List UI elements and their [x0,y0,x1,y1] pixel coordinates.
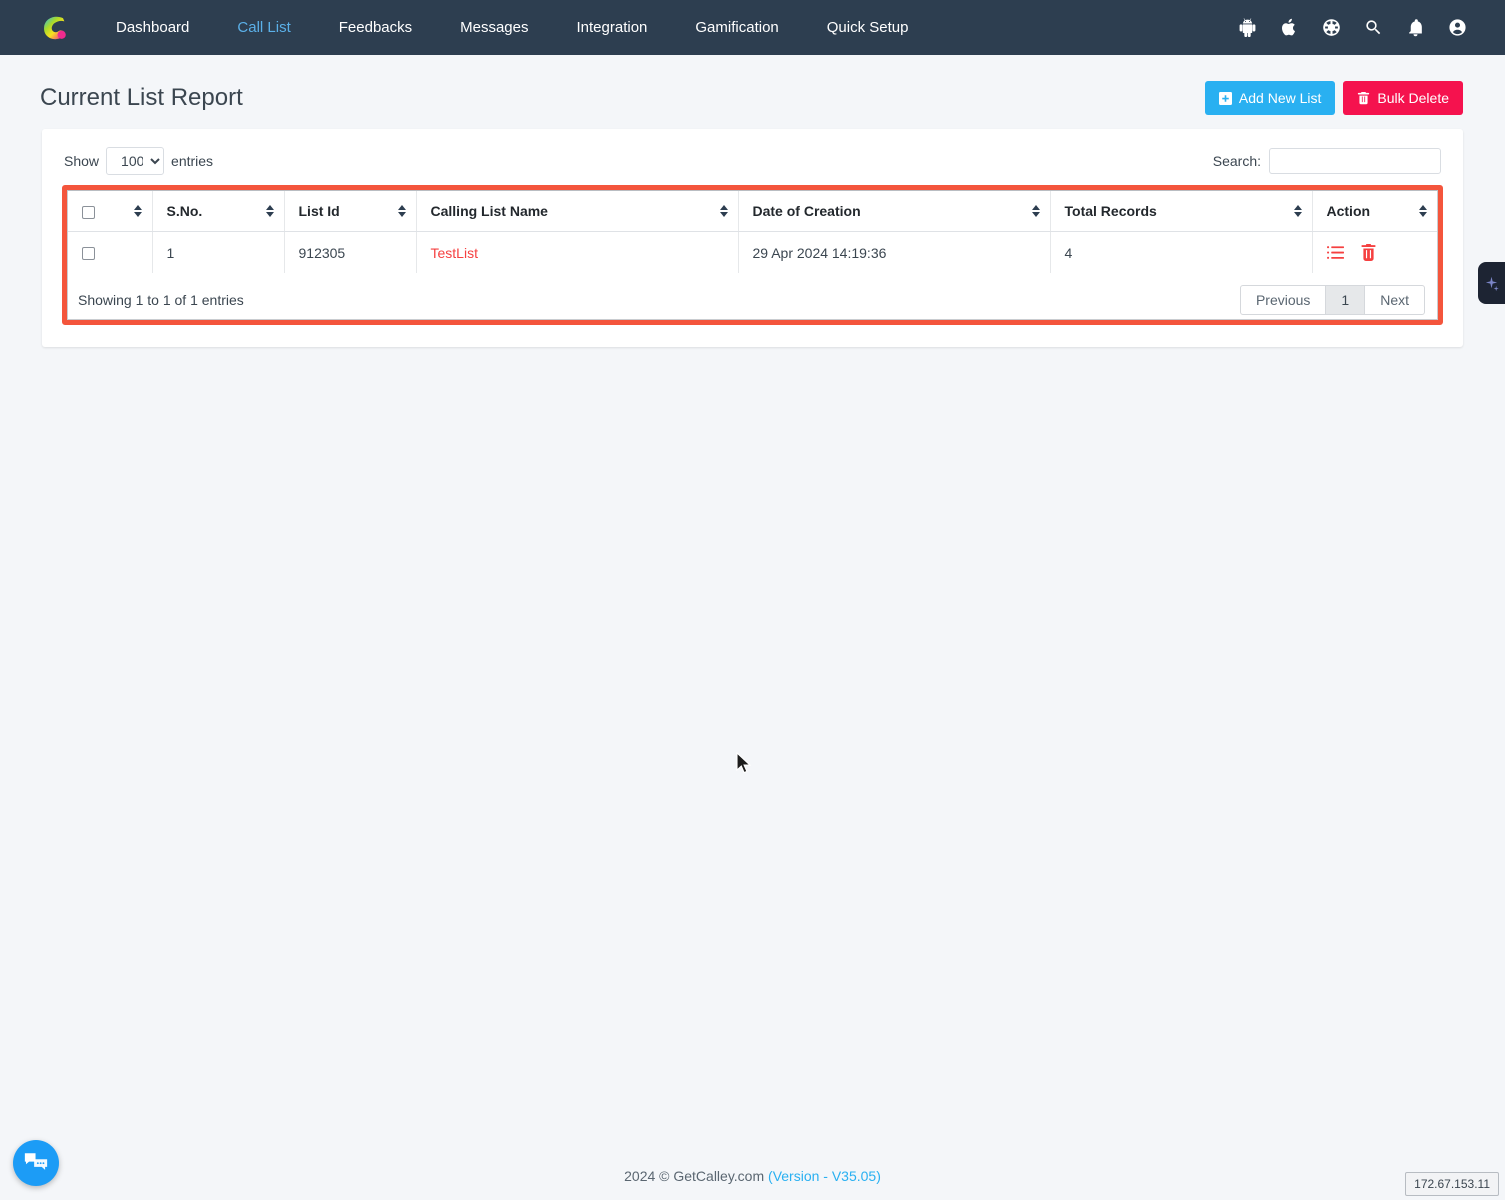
bulk-delete-button[interactable]: Bulk Delete [1343,81,1463,115]
search-label: Search: [1213,153,1261,169]
column-header-calling-list-name[interactable]: Calling List Name [416,191,738,232]
add-new-list-label: Add New List [1239,90,1321,106]
action-buttons [1327,244,1428,261]
sort-icon-total-records[interactable] [1294,205,1302,217]
pagination-next[interactable]: Next [1364,285,1425,315]
mouse-cursor [735,752,755,781]
column-header-action[interactable]: Action [1312,191,1437,232]
nav-link-messages[interactable]: Messages [436,11,552,44]
list-details-icon[interactable] [1327,244,1344,261]
cell-total-records: 4 [1050,232,1312,274]
navbar-icon-group [1237,18,1487,38]
chat-widget-button[interactable] [13,1140,59,1186]
nav-links: Dashboard Call List Feedbacks Messages I… [92,11,932,44]
cell-sno: 1 [152,232,284,274]
column-label-sno: S.No. [167,203,203,219]
row-checkbox[interactable] [82,247,95,260]
nav-link-feedbacks[interactable]: Feedbacks [315,11,436,44]
cell-list-id: 912305 [284,232,416,274]
row-select-cell[interactable] [68,232,152,274]
pagination-page-1[interactable]: 1 [1325,285,1365,315]
life-ring-icon[interactable] [1321,18,1341,38]
table-row: 1 912305 TestList 29 Apr 2024 14:19:36 4 [68,232,1437,274]
nav-link-dashboard[interactable]: Dashboard [92,11,213,44]
bulk-delete-label: Bulk Delete [1377,90,1449,106]
sparkles-icon [1483,275,1500,292]
sort-icon-sno[interactable] [266,205,274,217]
search-input[interactable] [1269,148,1441,174]
footer-version-link[interactable]: (Version - V35.05) [768,1168,881,1184]
table-container: S.No. List Id Calling List Name Dat [67,190,1438,320]
top-navbar: Dashboard Call List Feedbacks Messages I… [0,0,1505,55]
sort-icon-calling-list-name[interactable] [720,205,728,217]
page-header: Current List Report Add New List Bulk De… [0,55,1505,129]
cell-calling-list-name: TestList [416,232,738,274]
chat-bubbles-icon [23,1150,49,1176]
header-actions: Add New List Bulk Delete [1205,81,1463,115]
search-icon[interactable] [1363,18,1383,38]
bell-icon[interactable] [1405,18,1425,38]
entries-label: entries [171,153,213,169]
show-label: Show [64,153,99,169]
sort-icon-list-id[interactable] [398,205,406,217]
calling-list-name-link[interactable]: TestList [431,245,478,261]
column-header-list-id[interactable]: List Id [284,191,416,232]
column-label-calling-list-name: Calling List Name [431,203,548,219]
cell-date-of-creation: 29 Apr 2024 14:19:36 [738,232,1050,274]
nav-link-gamification[interactable]: Gamification [671,11,802,44]
column-header-date-of-creation[interactable]: Date of Creation [738,191,1050,232]
column-header-sno[interactable]: S.No. [152,191,284,232]
nav-link-call-list[interactable]: Call List [213,11,314,44]
apple-icon[interactable] [1279,18,1299,38]
page-length-select[interactable]: 10 25 50 100 [106,147,164,175]
sort-icon-date-of-creation[interactable] [1032,205,1040,217]
sort-icon-select[interactable] [134,205,142,217]
table-controls: Show 10 25 50 100 entries Search: [62,147,1443,185]
nav-link-quick-setup[interactable]: Quick Setup [803,11,933,44]
page-length-control: Show 10 25 50 100 entries [64,147,213,175]
pagination: Previous 1 Next [1240,285,1425,315]
ip-address-badge: 172.67.153.11 [1405,1172,1499,1196]
table-body: 1 912305 TestList 29 Apr 2024 14:19:36 4 [68,232,1437,274]
delete-icon[interactable] [1360,244,1377,261]
table-info: Showing 1 to 1 of 1 entries [78,292,244,308]
cell-action [1312,232,1437,274]
column-label-total-records: Total Records [1065,203,1157,219]
column-header-select-all[interactable] [68,191,152,232]
current-list-table: S.No. List Id Calling List Name Dat [68,191,1437,273]
add-new-list-button[interactable]: Add New List [1205,81,1335,115]
table-header-row: S.No. List Id Calling List Name Dat [68,191,1437,232]
column-label-action: Action [1327,203,1371,219]
plus-square-icon [1219,92,1232,105]
sort-icon-action[interactable] [1419,205,1427,217]
android-icon[interactable] [1237,18,1257,38]
page-footer: 2024 © GetCalley.com (Version - V35.05) [0,1168,1505,1184]
list-report-card: Show 10 25 50 100 entries Search: [42,129,1463,347]
search-control: Search: [1213,148,1441,174]
trash-icon [1357,92,1370,105]
column-label-date-of-creation: Date of Creation [753,203,861,219]
pagination-previous[interactable]: Previous [1240,285,1326,315]
select-all-checkbox[interactable] [82,206,95,219]
nav-link-integration[interactable]: Integration [553,11,672,44]
footer-copyright: 2024 © GetCalley.com [624,1168,768,1184]
page-title: Current List Report [40,84,243,112]
ai-assistant-tab[interactable] [1478,262,1505,304]
column-label-list-id: List Id [299,203,340,219]
table-head: S.No. List Id Calling List Name Dat [68,191,1437,232]
getcalley-logo[interactable] [34,8,74,48]
table-footer: Showing 1 to 1 of 1 entries Previous 1 N… [68,273,1437,319]
column-header-total-records[interactable]: Total Records [1050,191,1312,232]
table-highlight-box: S.No. List Id Calling List Name Dat [62,185,1443,325]
user-account-icon[interactable] [1447,18,1467,38]
